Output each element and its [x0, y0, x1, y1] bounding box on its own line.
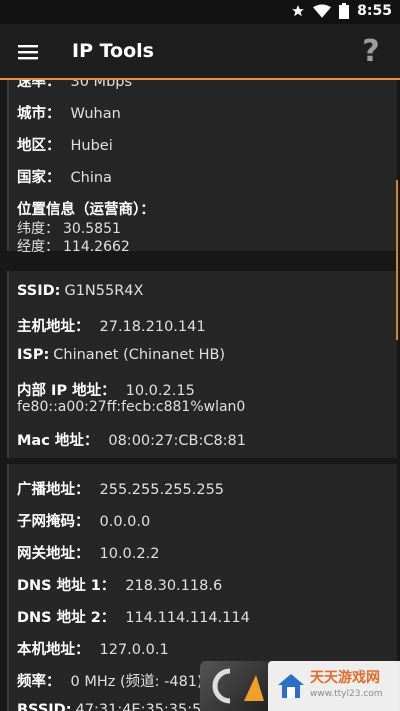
frequency-row: 频率： 0 MHz (频道: -481) [17, 674, 203, 690]
content-scroll[interactable]: 速率： 30 Mbps 城市： Wuhan 地区： Hubei 国家： China 位置… [0, 80, 400, 711]
battery-icon [339, 3, 350, 19]
network-card: SSID: G1N55R4X 主机地址： 27.18.210.141 ISP: Chi… [7, 271, 397, 458]
bssid-row: BSSID: 47:31:4E:35:35:52 [17, 702, 211, 711]
help-button[interactable]: ? [358, 34, 384, 70]
wifi-icon [313, 4, 332, 18]
watermark-logo-left [200, 661, 268, 711]
local-address-row: 本机地址： 127.0.0.1 [17, 642, 169, 658]
region-row: 地区： Hubei [17, 138, 113, 154]
internal-ip-row: 内部 IP 地址： 10.0.2.15 [17, 383, 195, 399]
host-row: 主机地址： 27.18.210.141 [17, 319, 206, 335]
ssid-row: SSID: G1N55R4X [17, 283, 144, 299]
scrollbar[interactable] [396, 180, 398, 340]
app-bar: IP Tools ? [0, 24, 400, 80]
dns2-row: DNS 地址 2： 114.114.114.114 [17, 610, 250, 626]
broadcast-row: 广播地址： 255.255.255.255 [17, 482, 225, 498]
isp-row: ISP: Chinanet (Chinanet HB) [17, 347, 226, 363]
country-row: 国家： China [17, 170, 112, 186]
subnet-row: 子网掩码： 0.0.0.0 [17, 514, 151, 530]
star-icon [292, 5, 305, 17]
watermark-url: www.ttyl23.com [310, 689, 383, 699]
menu-icon[interactable] [14, 40, 42, 64]
speed-row: 速率： 30 Mbps [17, 80, 133, 90]
watermark: 天天游戏网 www.ttyl23.com [200, 661, 400, 711]
longitude-row: 经度： 114.2662 [17, 239, 130, 255]
status-bar: 8:55 [0, 0, 400, 24]
gateway-row: 网关地址： 10.0.2.2 [17, 546, 160, 562]
app-title: IP Tools [72, 40, 154, 62]
dns1-row: DNS 地址 1： 218.30.118.6 [17, 578, 223, 594]
watermark-letter-icon [212, 668, 264, 704]
watermark-title: 天天游戏网 [310, 670, 380, 686]
ipv6-row: fe80::a00:27ff:fecb:c881%wlan0 [17, 399, 246, 415]
status-icons: 8:55 [291, 3, 392, 19]
city-row: 城市： Wuhan [17, 106, 121, 122]
status-time: 8:55 [357, 3, 392, 19]
location-label: 位置信息（运营商）： [17, 202, 155, 218]
watermark-panel: 天天游戏网 www.ttyl23.com [268, 661, 400, 711]
location-card: 速率： 30 Mbps 城市： Wuhan 地区： Hubei 国家： China 位置… [7, 80, 397, 255]
latitude-row: 纬度： 30.5851 [17, 221, 121, 237]
mac-row: Mac 地址： 08:00:27:CB:C8:81 [17, 433, 247, 449]
house-icon [278, 674, 304, 698]
